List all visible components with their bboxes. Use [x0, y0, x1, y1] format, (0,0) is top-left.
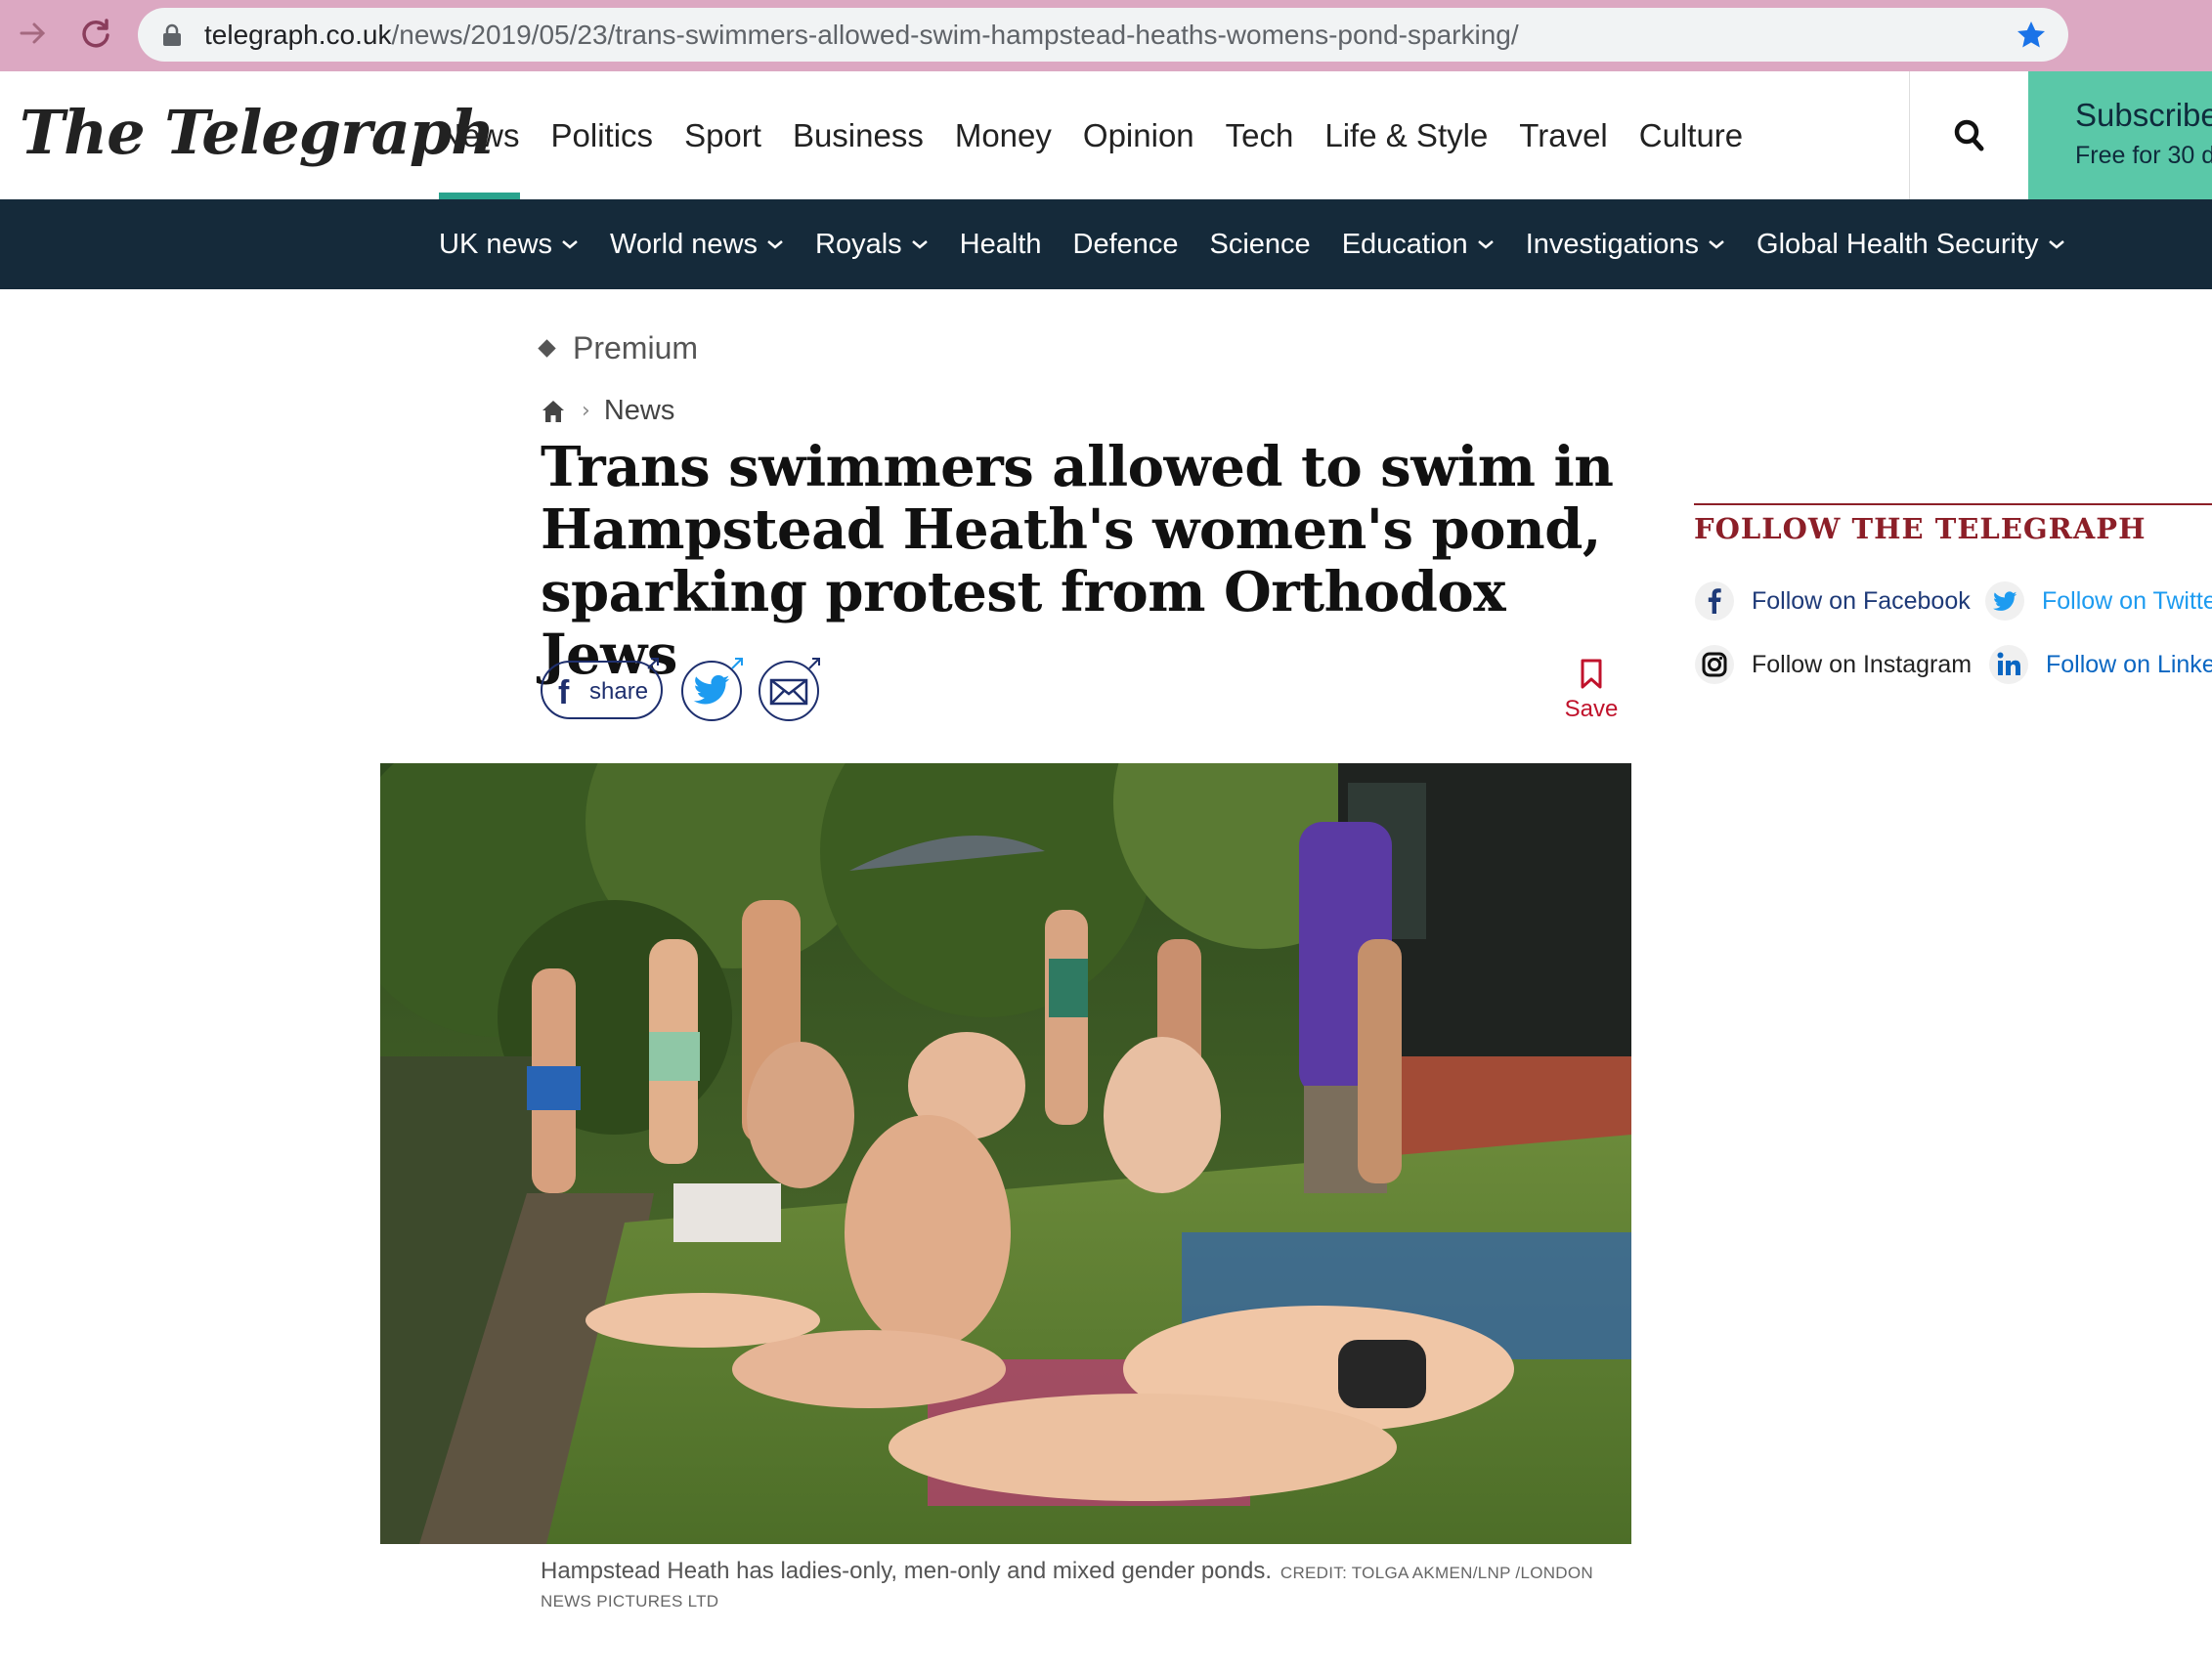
nav-business[interactable]: Business [793, 71, 924, 199]
chevron-down-icon [562, 240, 578, 249]
facebook-icon: f [558, 674, 570, 711]
breadcrumb: › News [541, 395, 674, 427]
chevron-down-icon [1477, 240, 1494, 249]
follow-facebook-label: Follow on Facebook [1752, 586, 1971, 615]
subnav-label: Defence [1072, 229, 1179, 260]
url-path: /news/2019/05/23/trans-swimmers-allowed-… [391, 20, 1519, 50]
caption-text: Hampstead Heath has ladies-only, men-onl… [541, 1558, 1272, 1584]
lock-icon [163, 23, 181, 46]
forward-arrow-icon[interactable] [14, 14, 53, 53]
follow-linkedin-label: Follow on Linke [2046, 650, 2212, 678]
nav-life-style[interactable]: Life & Style [1324, 71, 1488, 199]
nav-politics[interactable]: Politics [551, 71, 654, 199]
article-photo[interactable] [380, 763, 1631, 1544]
breadcrumb-separator: › [582, 399, 590, 423]
share-label: share [589, 678, 649, 705]
section-subnav: UK news World news Royals Health Defence… [0, 199, 2212, 289]
subnav-label: World news [610, 229, 759, 260]
premium-label: Premium [573, 330, 699, 365]
browser-toolbar: telegraph.co.uk/news/2019/05/23/trans-sw… [0, 0, 2212, 71]
chevron-down-icon [1709, 240, 1724, 249]
chevron-down-icon [911, 240, 928, 249]
article-headline: Trans swimmers allowed to swim in Hampst… [541, 435, 1614, 687]
twitter-icon [1985, 581, 2024, 621]
subnav-label: Global Health Security [1757, 229, 2039, 260]
subnav-health[interactable]: Health [960, 199, 1042, 289]
email-icon [769, 678, 808, 706]
save-label: Save [1564, 696, 1619, 722]
nav-travel[interactable]: Travel [1519, 71, 1607, 199]
facebook-icon [1695, 581, 1734, 621]
external-arrow-icon [731, 658, 743, 669]
photo-caption: Hampstead Heath has ladies-only, men-onl… [541, 1558, 1626, 1616]
subnav-uk-news[interactable]: UK news [439, 199, 579, 289]
instagram-icon [1695, 645, 1734, 684]
bookmark-star-icon[interactable] [2016, 20, 2047, 51]
nav-culture[interactable]: Culture [1639, 71, 1743, 199]
nav-sport[interactable]: Sport [684, 71, 761, 199]
subnav-label: Royals [815, 229, 902, 260]
subnav-education[interactable]: Education [1342, 199, 1495, 289]
site-header: The Telegraph News Politics Sport Busine… [0, 71, 2212, 200]
facebook-share-button[interactable]: f share [541, 658, 663, 719]
nav-money[interactable]: Money [955, 71, 1052, 199]
follow-facebook-link[interactable]: Follow on Facebook [1694, 580, 1971, 622]
subnav-label: Health [959, 229, 1042, 260]
chevron-down-icon [767, 240, 783, 249]
subnav-label: Education [1341, 229, 1468, 260]
url-host: telegraph.co.uk [204, 20, 392, 50]
address-bar[interactable]: telegraph.co.uk/news/2019/05/23/trans-sw… [138, 8, 2068, 62]
follow-instagram-label: Follow on Instagram [1752, 650, 1973, 678]
subnav-world-news[interactable]: World news [610, 199, 784, 289]
swimmers-photo-image [380, 763, 1631, 1544]
external-arrow-icon [808, 658, 820, 669]
subnav-global-health-security[interactable]: Global Health Security [1757, 199, 2065, 289]
subscribe-offer: Free for 30 d [2075, 142, 2212, 169]
follow-twitter-link[interactable]: Follow on Twitte [1984, 580, 2212, 622]
subnav-label: Science [1209, 229, 1311, 260]
follow-twitter-label: Follow on Twitte [2042, 586, 2212, 615]
premium-badge: Premium [538, 330, 699, 366]
follow-linkedin-link[interactable]: Follow on Linke [1988, 644, 2212, 685]
subnav-investigations[interactable]: Investigations [1526, 199, 1725, 289]
subnav-royals[interactable]: Royals [815, 199, 929, 289]
follow-title: FOLLOW THE TELEGRAPH [1694, 512, 2147, 545]
search-button[interactable] [1909, 71, 2030, 199]
subnav-defence[interactable]: Defence [1073, 199, 1179, 289]
subscribe-label: Subscribe [2075, 97, 2212, 133]
nav-opinion[interactable]: Opinion [1083, 71, 1194, 199]
home-icon[interactable] [541, 399, 566, 424]
breadcrumb-news[interactable]: News [604, 395, 675, 427]
twitter-share-button[interactable] [681, 658, 743, 721]
subscribe-button[interactable]: Subscribe Free for 30 d [2028, 71, 2212, 199]
subnav-label: UK news [439, 229, 553, 260]
reload-icon[interactable] [76, 14, 115, 53]
telegraph-logo[interactable]: The Telegraph [20, 97, 495, 168]
diamond-icon [538, 339, 556, 358]
save-button[interactable]: Save [1562, 657, 1621, 731]
bookmark-icon [1581, 659, 1602, 689]
nav-news[interactable]: News [439, 71, 520, 199]
main-nav: News Politics Sport Business Money Opini… [439, 71, 1774, 199]
chevron-down-icon [2048, 240, 2064, 249]
follow-instagram-link[interactable]: Follow on Instagram [1694, 644, 1972, 685]
sidebar-divider [1694, 503, 2212, 505]
nav-tech[interactable]: Tech [1226, 71, 1294, 199]
external-arrow-icon [647, 658, 659, 669]
search-icon [1954, 119, 1984, 151]
twitter-icon [693, 674, 730, 705]
subnav-label: Investigations [1525, 229, 1700, 260]
url-text: telegraph.co.uk/news/2019/05/23/trans-sw… [204, 20, 1519, 51]
subnav-science[interactable]: Science [1210, 199, 1311, 289]
email-share-button[interactable] [759, 658, 820, 721]
linkedin-icon [1989, 645, 2028, 684]
